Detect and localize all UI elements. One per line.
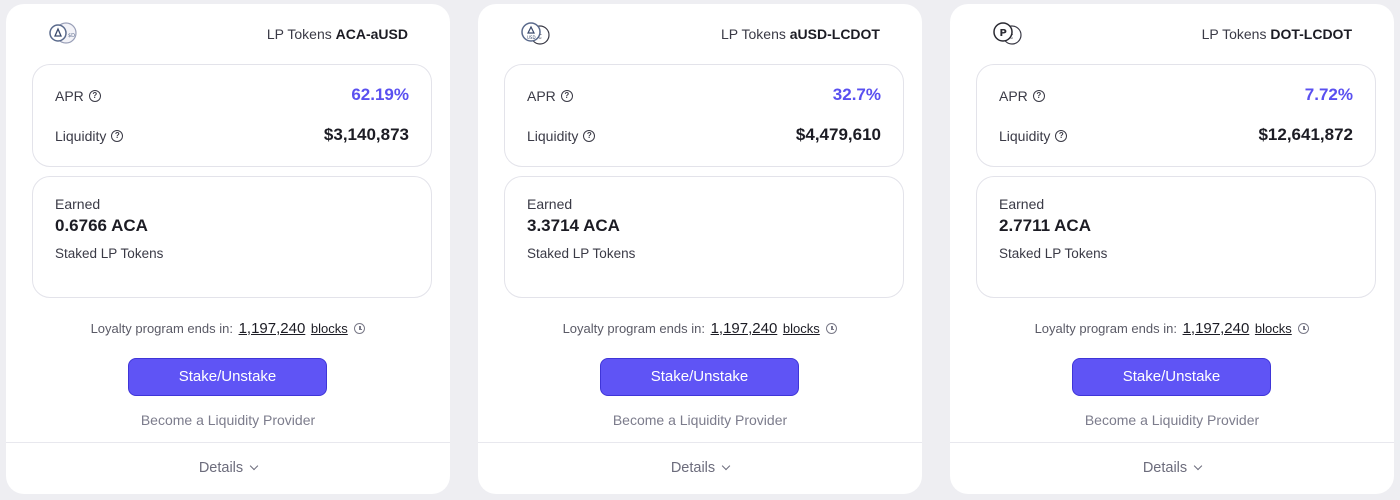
farm-card-aca-ausd: $D LP Tokens ACA-aUSD APR? 62.19% Liquid…: [6, 4, 450, 494]
loyalty-blocks-link[interactable]: 1,197,240: [1183, 320, 1250, 337]
lp-prefix: LP Tokens: [1201, 26, 1267, 42]
chevron-down-icon: [249, 461, 259, 471]
lp-token-title: LP Tokens aUSD-LCDOT: [721, 26, 880, 42]
help-icon[interactable]: ?: [583, 130, 596, 142]
lp-token-title: LP Tokens ACA-aUSD: [267, 26, 408, 42]
loyalty-info: Loyalty program ends in: 1,197,240 block…: [950, 320, 1394, 337]
blocks-link[interactable]: blocks: [783, 321, 820, 336]
svg-text:P: P: [1000, 28, 1007, 39]
earned-label: Earned: [527, 196, 573, 212]
apr-row: APR? 62.19%: [55, 85, 409, 109]
help-icon[interactable]: ?: [1055, 130, 1068, 142]
earned-value: 2.7711 ACA: [999, 216, 1091, 235]
earned-value: 3.3714 ACA: [527, 216, 620, 235]
token-pair-icons: c P: [990, 18, 1030, 48]
ausd-token-icon: c USD: [521, 22, 550, 45]
become-liquidity-provider-link[interactable]: Become a Liquidity Provider: [6, 412, 450, 428]
clock-icon: [826, 323, 838, 334]
blocks-link[interactable]: blocks: [1255, 321, 1292, 336]
lp-token-title: LP Tokens DOT-LCDOT: [1202, 26, 1352, 42]
earned-label: Earned: [999, 196, 1045, 212]
liquidity-row: Liquidity? $12,641,872: [999, 125, 1353, 149]
earned-box: Earned 2.7711 ACA Staked LP Tokens: [976, 176, 1376, 298]
earned-label: Earned: [55, 196, 101, 212]
chevron-down-icon: [721, 461, 731, 471]
liquidity-value: $3,140,873: [323, 125, 409, 144]
divider: [6, 442, 450, 443]
stats-box: APR? 62.19% Liquidity? $3,140,873: [32, 64, 432, 167]
details-toggle[interactable]: Details: [478, 460, 922, 476]
liquidity-value: $4,479,610: [795, 125, 881, 144]
help-icon[interactable]: ?: [88, 90, 101, 102]
farm-card-dot-lcdot: c P LP Tokens DOT-LCDOT APR? 7.72% Liqui…: [950, 4, 1394, 494]
card-header: c USD LP Tokens aUSD-LCDOT: [498, 18, 898, 52]
clock-icon: [1298, 323, 1310, 334]
lp-prefix: LP Tokens: [721, 26, 786, 42]
details-toggle[interactable]: Details: [6, 460, 450, 476]
apr-value: 62.19%: [351, 85, 409, 104]
liquidity-row: Liquidity? $4,479,610: [527, 125, 881, 149]
stats-box: APR? 7.72% Liquidity? $12,641,872: [976, 64, 1376, 167]
apr-label: APR?: [527, 88, 573, 104]
clock-icon: [354, 323, 366, 334]
token-pair-icons: $D: [46, 18, 86, 48]
liquidity-row: Liquidity? $3,140,873: [55, 125, 409, 149]
stats-box: APR? 32.7% Liquidity? $4,479,610: [504, 64, 904, 167]
aca-token-icon: $D: [49, 22, 77, 44]
apr-row: APR? 32.7%: [527, 85, 881, 109]
liquidity-label: Liquidity?: [55, 128, 124, 144]
become-liquidity-provider-link[interactable]: Become a Liquidity Provider: [478, 412, 922, 428]
staked-lp-label: Staked LP Tokens: [55, 246, 164, 261]
liquidity-value: $12,641,872: [1258, 125, 1353, 144]
divider: [478, 442, 922, 443]
svg-text:USD: USD: [527, 35, 536, 40]
help-icon[interactable]: ?: [1032, 90, 1045, 102]
token-pair-icons: c USD: [518, 18, 558, 48]
pair-name: aUSD-LCDOT: [789, 26, 880, 42]
farm-card-ausd-lcdot: c USD LP Tokens aUSD-LCDOT APR? 32.7% Li…: [478, 4, 922, 494]
stake-unstake-button[interactable]: Stake/Unstake: [128, 358, 327, 396]
chevron-down-icon: [1193, 461, 1203, 471]
details-toggle[interactable]: Details: [950, 460, 1394, 476]
become-liquidity-provider-link[interactable]: Become a Liquidity Provider: [950, 412, 1394, 428]
card-header: $D LP Tokens ACA-aUSD: [26, 18, 426, 52]
help-icon[interactable]: ?: [560, 90, 573, 102]
stake-unstake-button[interactable]: Stake/Unstake: [1072, 358, 1271, 396]
loyalty-blocks-link[interactable]: 1,197,240: [711, 320, 778, 337]
blocks-link[interactable]: blocks: [311, 321, 348, 336]
apr-row: APR? 7.72%: [999, 85, 1353, 109]
lp-prefix: LP Tokens: [266, 26, 332, 42]
earned-value: 0.6766 ACA: [55, 216, 148, 235]
staked-lp-label: Staked LP Tokens: [999, 246, 1108, 261]
pair-name: DOT-LCDOT: [1270, 26, 1352, 42]
earned-box: Earned 3.3714 ACA Staked LP Tokens: [504, 176, 904, 298]
liquidity-label: Liquidity?: [527, 128, 596, 144]
svg-text:$D: $D: [68, 33, 75, 39]
apr-label: APR?: [55, 88, 101, 104]
divider: [950, 442, 1394, 443]
stake-unstake-button[interactable]: Stake/Unstake: [600, 358, 799, 396]
earned-box: Earned 0.6766 ACA Staked LP Tokens: [32, 176, 432, 298]
loyalty-blocks-link[interactable]: 1,197,240: [239, 320, 306, 337]
loyalty-info: Loyalty program ends in: 1,197,240 block…: [6, 320, 450, 337]
dot-token-icon: c P: [993, 22, 1022, 45]
liquidity-label: Liquidity?: [999, 128, 1068, 144]
apr-value: 32.7%: [832, 85, 881, 104]
help-icon[interactable]: ?: [111, 130, 124, 142]
apr-value: 7.72%: [1304, 85, 1353, 104]
apr-label: APR?: [999, 88, 1045, 104]
pair-name: ACA-aUSD: [335, 26, 408, 42]
staked-lp-label: Staked LP Tokens: [527, 246, 636, 261]
card-header: c P LP Tokens DOT-LCDOT: [970, 18, 1370, 52]
loyalty-info: Loyalty program ends in: 1,197,240 block…: [478, 320, 922, 337]
